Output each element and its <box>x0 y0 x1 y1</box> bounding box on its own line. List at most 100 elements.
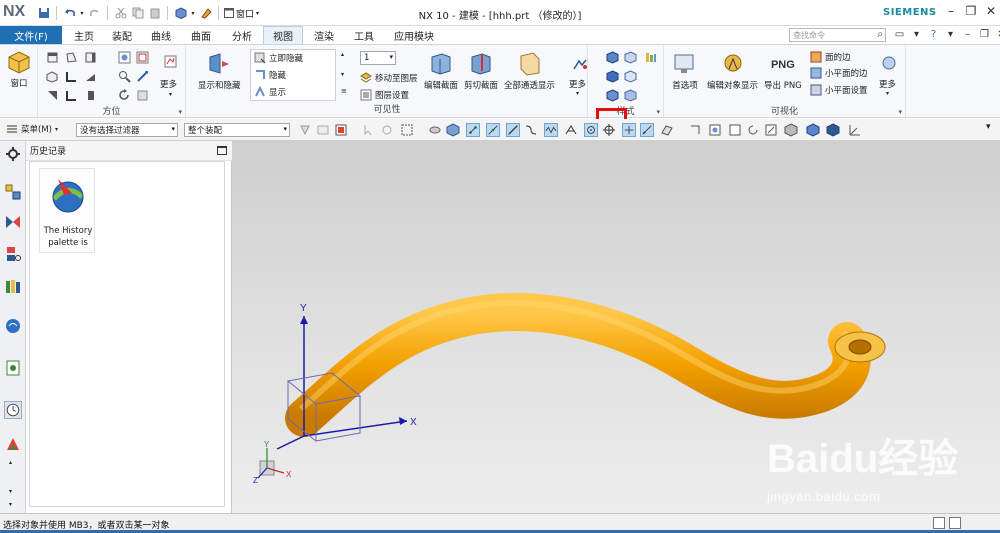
fit-view-icon[interactable] <box>118 51 131 64</box>
restore-icon[interactable]: ❐ <box>964 4 978 18</box>
view-rotate-sb-icon[interactable] <box>746 123 760 137</box>
immediate-hide-button[interactable]: 立即隐藏 <box>254 52 303 64</box>
partially-shaded-icon[interactable] <box>606 70 619 83</box>
type-filter-icon[interactable] <box>298 123 312 137</box>
selection-filter-combo[interactable]: 没有选择过滤器 ▾ <box>76 123 178 137</box>
tab-render[interactable]: 渲染 <box>306 26 342 44</box>
visibility-more-icon[interactable] <box>572 57 588 73</box>
tube-body[interactable] <box>285 293 871 437</box>
tab-tools[interactable]: 工具 <box>346 26 382 44</box>
visibility-more-button[interactable]: 更多 <box>569 78 586 90</box>
palette-icon[interactable] <box>4 359 22 377</box>
snap-quadrant-icon[interactable] <box>602 123 616 137</box>
view-fit-sb-icon[interactable] <box>708 123 722 137</box>
wcs-sb-icon[interactable] <box>848 123 862 137</box>
web-browser-icon[interactable] <box>4 317 22 335</box>
rotate-icon[interactable] <box>118 89 131 102</box>
snap-line-icon[interactable] <box>506 123 520 137</box>
move-to-layer-button[interactable]: 移动至图层 <box>360 72 418 84</box>
view-pan-sb-icon[interactable] <box>764 123 778 137</box>
tab-assembly[interactable]: 装配 <box>104 26 140 44</box>
edit-section-button[interactable]: 编辑截面 <box>424 51 458 91</box>
refresh-icon[interactable] <box>136 89 149 102</box>
cube-display-icon[interactable] <box>173 6 188 21</box>
touch-mode-icon[interactable] <box>198 6 213 21</box>
snap-intersection-icon[interactable] <box>564 123 578 137</box>
small-face-settings-button[interactable]: 小平面设置 <box>810 84 868 96</box>
faceting-icon[interactable] <box>428 123 442 137</box>
settings-gear-icon[interactable] <box>4 145 22 163</box>
selection-scope-combo[interactable]: 整个装配 ▾ <box>184 123 290 137</box>
view-zoom-sb-icon[interactable] <box>728 123 742 137</box>
face-edges-button[interactable]: 面的边 <box>810 51 851 63</box>
main-menu-button[interactable]: 菜单(M) ▾ <box>6 123 58 135</box>
show-button[interactable]: 显示 <box>254 86 286 98</box>
visualize-more-icon[interactable] <box>881 55 897 71</box>
status-window-icon[interactable] <box>949 517 961 529</box>
shaded-icon[interactable] <box>624 51 637 64</box>
reuse-library-icon[interactable] <box>4 277 22 295</box>
redo-icon[interactable] <box>87 6 102 21</box>
show-hide-button[interactable]: 显示和隐藏 <box>198 51 241 91</box>
undo-dropdown-icon[interactable]: ▾ <box>79 6 85 21</box>
tab-application[interactable]: 应用模块 <box>387 26 441 44</box>
close-icon[interactable]: ✕ <box>984 4 998 18</box>
clip-section-button[interactable]: 剪切截面 <box>464 51 498 91</box>
select-cursor-icon[interactable] <box>362 123 376 137</box>
rail-scroll-up-icon[interactable]: ▴ <box>9 459 12 466</box>
window-menu[interactable]: 窗口 ▾ <box>224 7 259 20</box>
hide-panel-scroll-up-icon[interactable]: ▴ <box>341 51 344 58</box>
doc-restore-icon[interactable]: ❐ <box>978 28 991 41</box>
doc-minimize-icon[interactable]: – <box>961 28 974 41</box>
rail-expand-icon[interactable]: ▾ <box>9 501 12 508</box>
select-component-icon[interactable] <box>380 123 394 137</box>
doc-close-icon[interactable]: ✕ <box>995 28 1000 41</box>
window-layout-icon[interactable]: ▭ <box>893 28 906 41</box>
system-materials-icon[interactable] <box>4 435 22 453</box>
body-filter-icon[interactable] <box>446 123 460 137</box>
help-icon[interactable]: ? <box>927 28 940 41</box>
view-top-icon[interactable] <box>46 51 59 64</box>
status-grid-icon[interactable] <box>933 517 945 529</box>
visualize-more-button[interactable]: 更多 <box>879 78 896 90</box>
history-clock-icon[interactable] <box>4 401 22 419</box>
zoom-window-icon[interactable] <box>136 51 149 64</box>
snap-bounded-icon[interactable] <box>688 123 702 137</box>
style-group-expand-icon[interactable]: ▾ <box>656 108 660 116</box>
ribbon-dropdown-icon[interactable]: ▾ <box>944 28 957 41</box>
cut-icon[interactable] <box>113 6 128 21</box>
hide-panel-scroll-down-icon[interactable]: ▾ <box>341 71 344 78</box>
wireframe-dim-icon[interactable] <box>624 70 637 83</box>
constraint-navigator-icon[interactable] <box>4 213 22 231</box>
tab-surface[interactable]: 曲面 <box>183 26 219 44</box>
export-png-button[interactable]: PNG 导出 PNG <box>764 51 802 91</box>
tab-curve[interactable]: 曲线 <box>143 26 179 44</box>
save-icon[interactable] <box>36 6 51 21</box>
color-filter-icon[interactable] <box>334 123 348 137</box>
snap-on-curve-icon[interactable] <box>640 123 654 137</box>
tab-home[interactable]: 主页 <box>66 26 102 44</box>
undo-icon[interactable] <box>62 6 77 21</box>
view-back-icon[interactable] <box>65 89 78 102</box>
maximize-icon[interactable] <box>217 146 227 155</box>
snap-on-surface-icon[interactable] <box>660 123 674 137</box>
snap-curve-icon[interactable] <box>524 123 538 137</box>
orientation-group-expand-icon[interactable]: ▾ <box>178 108 182 116</box>
graphics-window[interactable]: Y X X Y Z Baidu经验 jingyan.baidu.com <box>232 141 1000 513</box>
snap-midpoint-icon[interactable] <box>486 123 500 137</box>
visualize-group-expand-icon[interactable]: ▾ <box>898 108 902 116</box>
snap-endpoint-icon[interactable] <box>466 123 480 137</box>
part-navigator-icon[interactable] <box>4 245 22 263</box>
view-right-icon[interactable] <box>84 70 97 83</box>
view-rear-icon[interactable] <box>84 89 97 102</box>
window-button[interactable]: 窗口 <box>6 49 32 89</box>
small-face-edges-button[interactable]: 小平面的边 <box>810 67 868 79</box>
customize-dropdown-icon[interactable]: ▾ <box>910 28 923 41</box>
rectangle-select-icon[interactable] <box>400 123 414 137</box>
visualize-more-dropdown-icon[interactable]: ▾ <box>886 90 889 97</box>
hide-panel-expand-icon[interactable]: ≡ <box>341 87 347 95</box>
command-search-input[interactable]: 查找命令 ⌕ <box>789 28 886 42</box>
view-orient-sb-icon[interactable] <box>784 123 798 137</box>
file-menu[interactable]: 文件(F) <box>0 26 62 44</box>
tab-view[interactable]: 视图 <box>263 26 303 44</box>
